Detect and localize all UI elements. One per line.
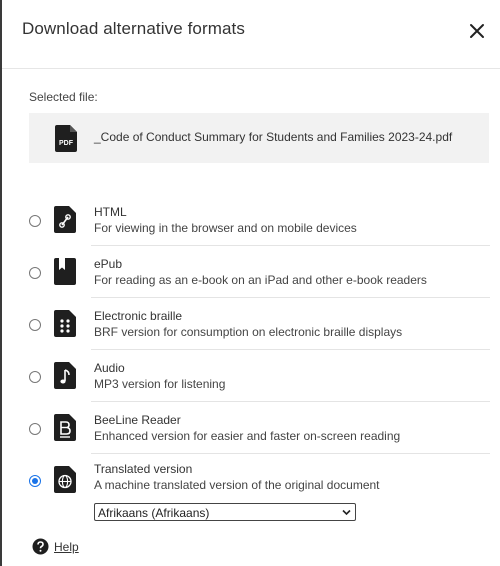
format-option-epub[interactable]: ePub For reading as an e-book on an iPad…: [2, 246, 500, 298]
option-title-html: HTML: [94, 205, 127, 219]
audio-note-icon: [54, 362, 76, 389]
option-desc-html: For viewing in the browser and on mobile…: [94, 221, 357, 235]
format-option-translated[interactable]: Translated version A machine translated …: [2, 454, 500, 506]
beeline-icon: [54, 414, 76, 441]
radio-epub[interactable]: [29, 267, 41, 279]
download-dialog: Download alternative formats Selected fi…: [2, 0, 500, 566]
format-option-beeline[interactable]: BeeLine Reader Enhanced version for easi…: [2, 402, 500, 454]
option-desc-beeline: Enhanced version for easier and faster o…: [94, 429, 401, 443]
format-option-braille[interactable]: Electronic braille BRF version for consu…: [2, 298, 500, 350]
dialog-title: Download alternative formats: [22, 19, 245, 38]
braille-icon: [54, 310, 76, 337]
language-select[interactable]: Afrikaans (Afrikaans): [94, 503, 356, 521]
option-title-beeline: BeeLine Reader: [94, 413, 181, 427]
question-circle-icon: [32, 538, 49, 555]
option-desc-braille: BRF version for consumption on electroni…: [94, 325, 403, 339]
option-title-braille: Electronic braille: [94, 309, 183, 323]
option-desc-audio: MP3 version for listening: [94, 377, 226, 391]
selected-file-box: PDF _Code of Conduct Summary for Student…: [29, 113, 489, 163]
format-option-audio[interactable]: Audio MP3 version for listening: [2, 350, 500, 402]
option-title-epub: ePub: [94, 257, 123, 271]
radio-audio[interactable]: [29, 371, 41, 383]
radio-beeline[interactable]: [29, 423, 41, 435]
selected-file-name: _Code of Conduct Summary for Students an…: [94, 130, 453, 144]
epub-bookmark-icon: [54, 258, 76, 285]
chevron-down-icon: [342, 509, 351, 516]
option-title-translated: Translated version: [94, 462, 193, 476]
format-option-html[interactable]: HTML For viewing in the browser and on m…: [2, 194, 500, 246]
close-icon: [470, 24, 484, 38]
option-desc-epub: For reading as an e-book on an iPad and …: [94, 273, 427, 287]
globe-icon: [54, 466, 76, 493]
dialog-header: Download alternative formats: [2, 0, 500, 69]
language-select-value: Afrikaans (Afrikaans): [98, 506, 210, 520]
radio-translated[interactable]: [29, 475, 41, 487]
pdf-icon-label: PDF: [59, 140, 74, 147]
help-label: Help: [54, 540, 79, 554]
pdf-file-icon: PDF: [55, 125, 77, 152]
option-desc-translated: A machine translated version of the orig…: [94, 478, 380, 492]
close-button[interactable]: [466, 20, 488, 42]
selected-file-label: Selected file:: [29, 90, 98, 104]
html-link-icon: [54, 206, 76, 233]
option-title-audio: Audio: [94, 361, 125, 375]
radio-html[interactable]: [29, 215, 41, 227]
radio-braille[interactable]: [29, 319, 41, 331]
